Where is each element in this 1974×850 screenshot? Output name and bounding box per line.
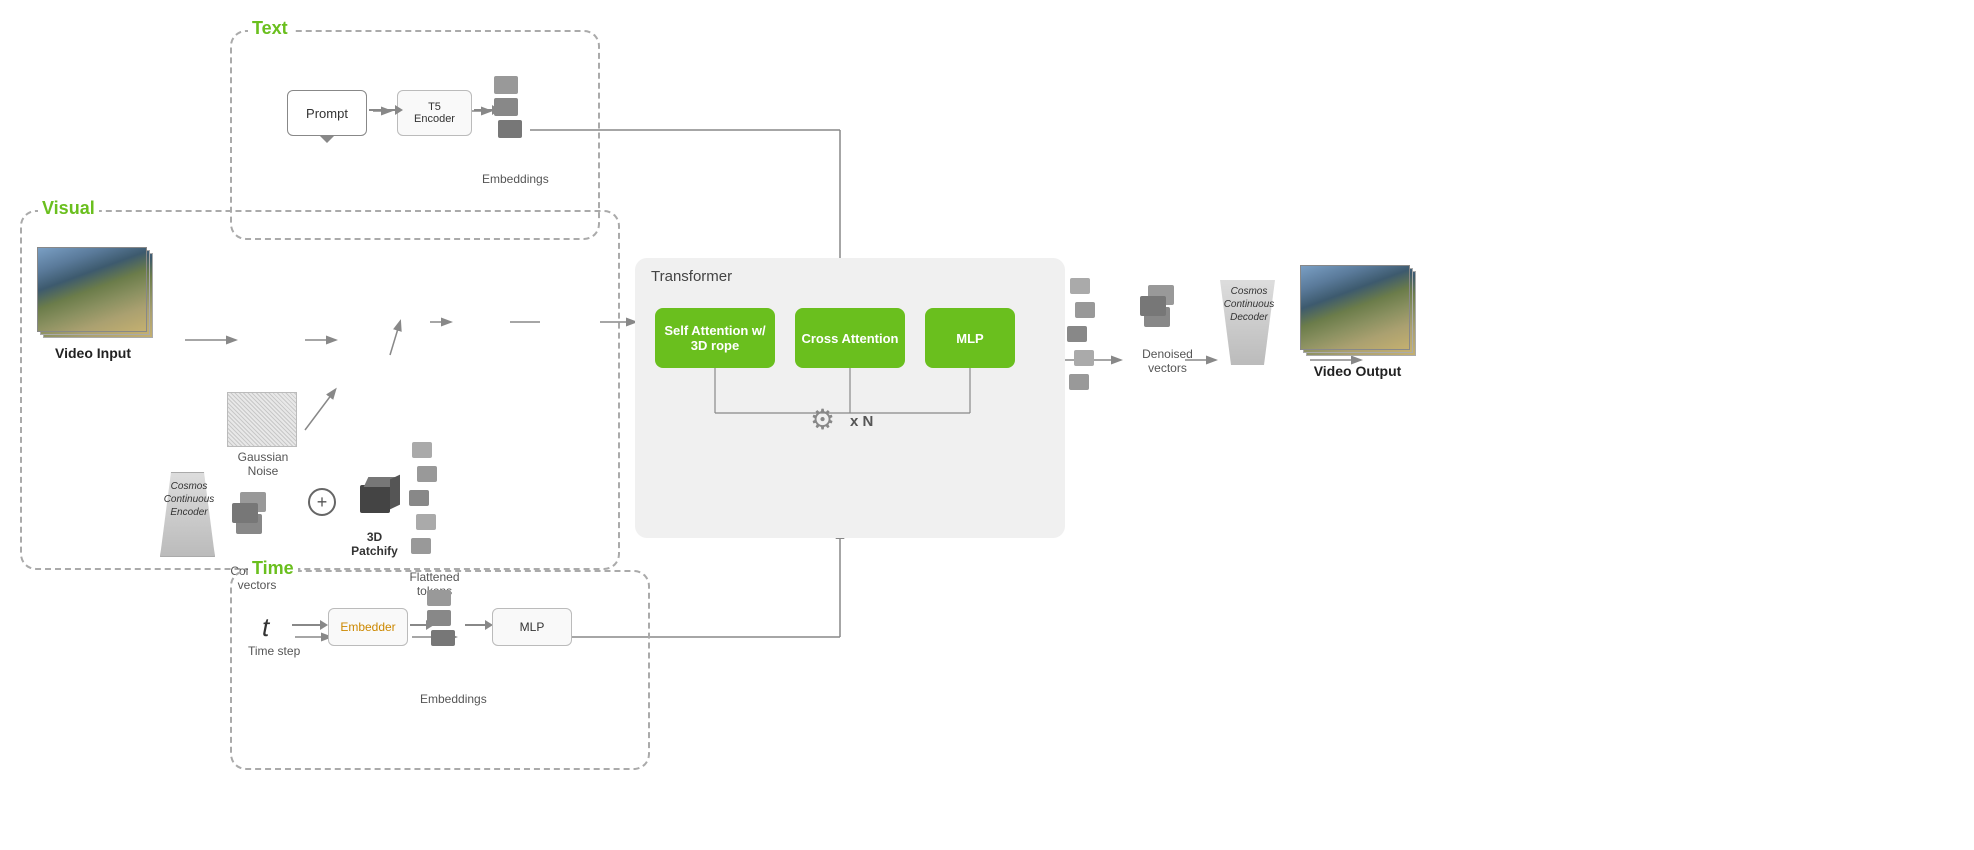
t5-encoder-label: T5 Encoder <box>414 101 455 125</box>
denoised-vectors-label: Denoised vectors <box>1135 347 1200 375</box>
visual-section-label: Visual <box>38 198 99 219</box>
gaussian-noise-box: Gaussian Noise <box>227 392 297 447</box>
time-embeddings-label: Embeddings <box>420 692 487 706</box>
arrow-t-embedder <box>292 624 322 626</box>
time-section-label: Time <box>248 558 298 579</box>
time-section-box: Time t Time step Embedder Embeddings <box>230 570 650 770</box>
plus-circle: + <box>308 488 336 516</box>
patchify-icon <box>352 477 402 527</box>
mlp-button[interactable]: MLP <box>925 308 1015 368</box>
cosmos-decoder-shape: Cosmos Continuous Decoder <box>1220 280 1275 365</box>
embeddings-label: Embeddings <box>482 172 549 186</box>
t5-encoder-box: T5 Encoder <box>397 90 472 136</box>
video-input-label: Video Input <box>49 345 137 361</box>
arrow-cubes-mlp <box>465 624 487 626</box>
xn-label: x N <box>850 413 873 430</box>
denoised-cubes: Denoised vectors <box>1140 285 1190 345</box>
video-output-label: Video Output <box>1310 363 1405 379</box>
arrow-prompt-encoder <box>369 109 397 111</box>
text-section-label: Text <box>248 18 292 39</box>
arrow-encoder-embeddings <box>474 109 494 111</box>
patchify-label: 3DPatchify <box>347 530 402 558</box>
cosmos-decoder-label: Cosmos Continuous Decoder <box>1215 285 1283 324</box>
embedder-box: Embedder <box>328 608 408 646</box>
timestep-t: t <box>262 612 269 643</box>
timestep-label: Time step <box>248 644 300 658</box>
prompt-box: Prompt <box>287 90 367 136</box>
repeat-gear-icon: ⚙ <box>810 403 835 436</box>
corrupted-cubes <box>232 492 282 552</box>
gaussian-noise-label: Gaussian Noise <box>222 450 304 478</box>
diagram-container: Text Prompt T5 Encoder Embeddings <box>0 0 1974 850</box>
cross-attention-button[interactable]: Cross Attention <box>795 308 905 368</box>
prompt-label: Prompt <box>306 106 348 121</box>
transformer-label: Transformer <box>651 268 732 285</box>
visual-section-box: Visual Video Input Cosmos Continuous Enc… <box>20 210 620 570</box>
self-attention-button[interactable]: Self Attention w/ 3D rope <box>655 308 775 368</box>
embeddings-cubes <box>494 76 530 156</box>
time-mlp-box: MLP <box>492 608 572 646</box>
transformer-box: Transformer Self Attention w/ 3D rope Cr… <box>635 258 1065 538</box>
text-section-box: Text Prompt T5 Encoder Embeddings <box>230 30 600 240</box>
cosmos-encoder-label: Cosmos Continuous Encoder <box>150 480 228 519</box>
transformer-internal-arrows <box>635 258 1065 538</box>
arrow-embedder-cubes <box>410 624 428 626</box>
